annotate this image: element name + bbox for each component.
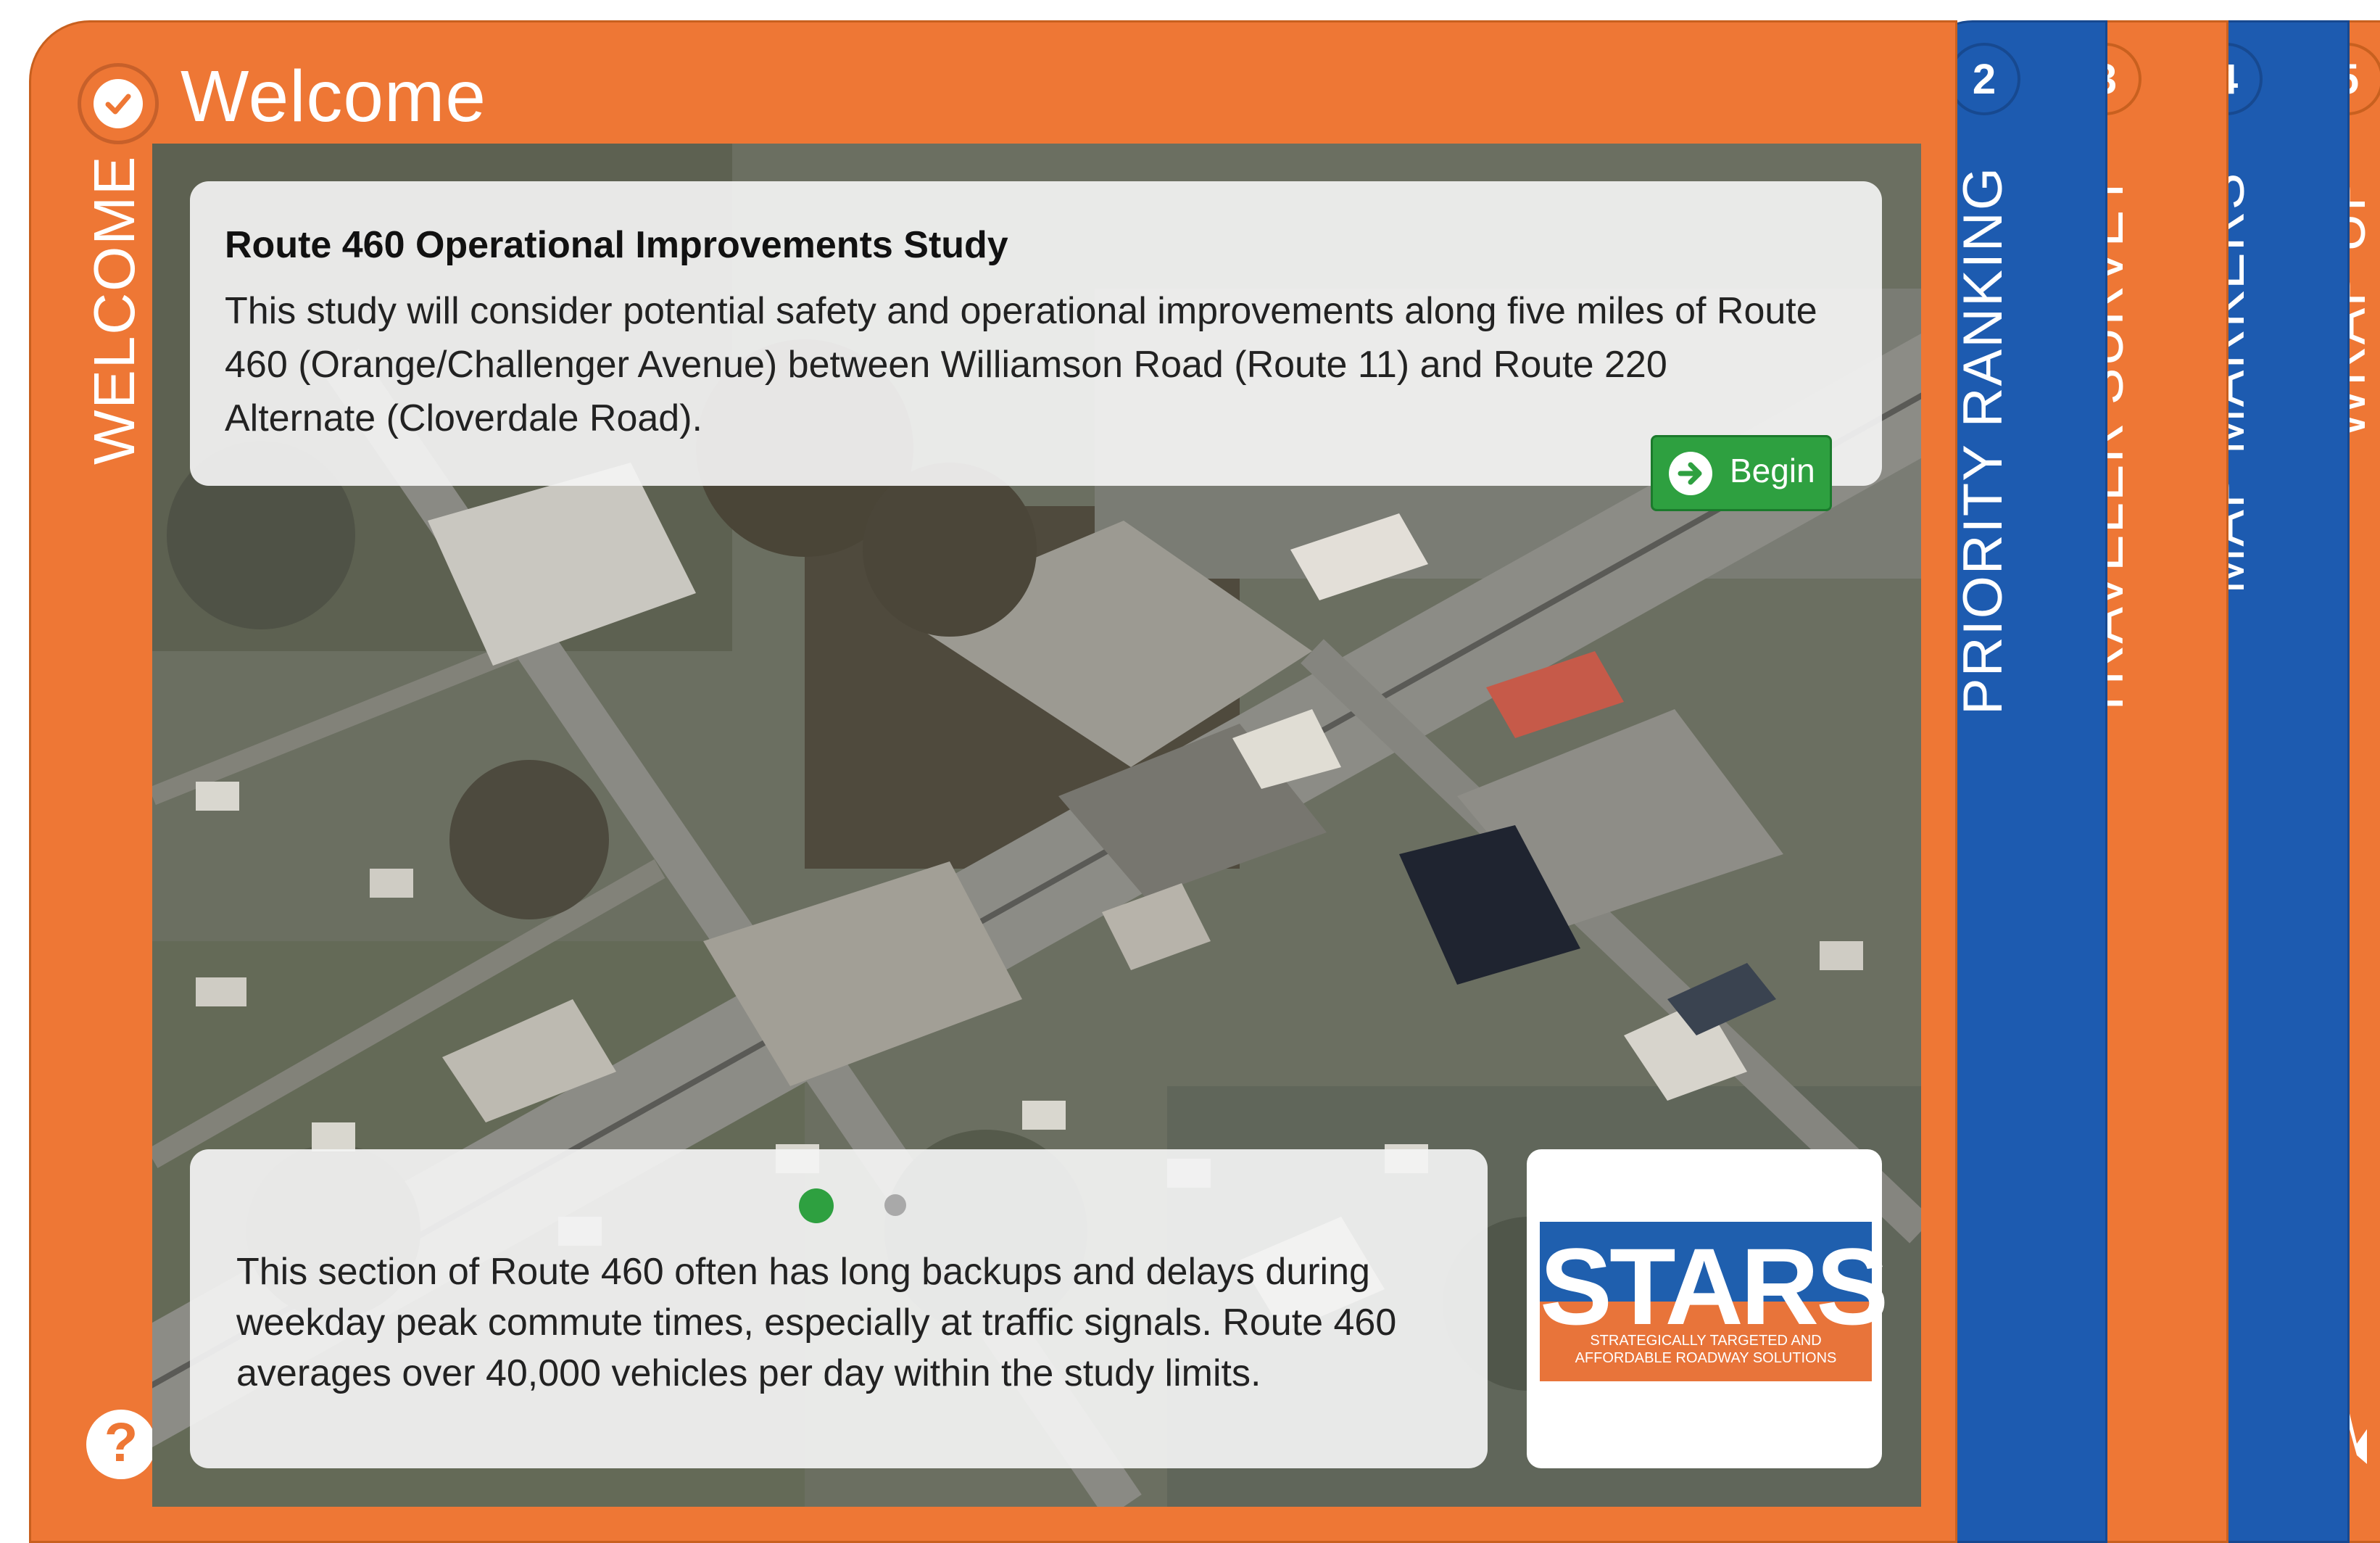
carousel-dot-active[interactable]: [799, 1188, 834, 1223]
tab-label-priority-ranking: PRIORITY RANKING: [1952, 166, 2014, 715]
welcome-step-badge[interactable]: [78, 63, 159, 144]
intro-title: Route 460 Operational Improvements Study: [225, 224, 1008, 266]
stars-logo-card: STARS STRATEGICALLY TARGETED AND AFFORDA…: [1527, 1149, 1888, 1468]
stars-logo: STARS STRATEGICALLY TARGETED AND AFFORDA…: [1540, 1222, 1888, 1381]
begin-button-label: Begin: [1730, 452, 1815, 489]
arrow-right-icon: [1669, 452, 1712, 495]
help-icon[interactable]: ?: [86, 1410, 156, 1479]
intro-card: Route 460 Operational Improvements Study…: [190, 181, 1882, 486]
welcome-side-label: WELCOME: [82, 154, 146, 465]
carousel-dot[interactable]: [884, 1194, 906, 1216]
tab-number-badge: 2: [1948, 43, 2020, 115]
page-title: Welcome: [181, 56, 486, 137]
slide-caption-text: This section of Route 460 often has long…: [236, 1251, 1397, 1394]
intro-description: This study will consider potential safet…: [225, 290, 1817, 439]
slide-caption-card: This section of Route 460 often has long…: [190, 1149, 1488, 1468]
stars-logo-word: STARS: [1540, 1225, 1888, 1347]
begin-button[interactable]: Begin: [1651, 435, 1832, 511]
stars-logo-tagline: STRATEGICALLY TARGETED AND AFFORDABLE RO…: [1575, 1333, 1837, 1366]
check-icon: [105, 94, 131, 115]
